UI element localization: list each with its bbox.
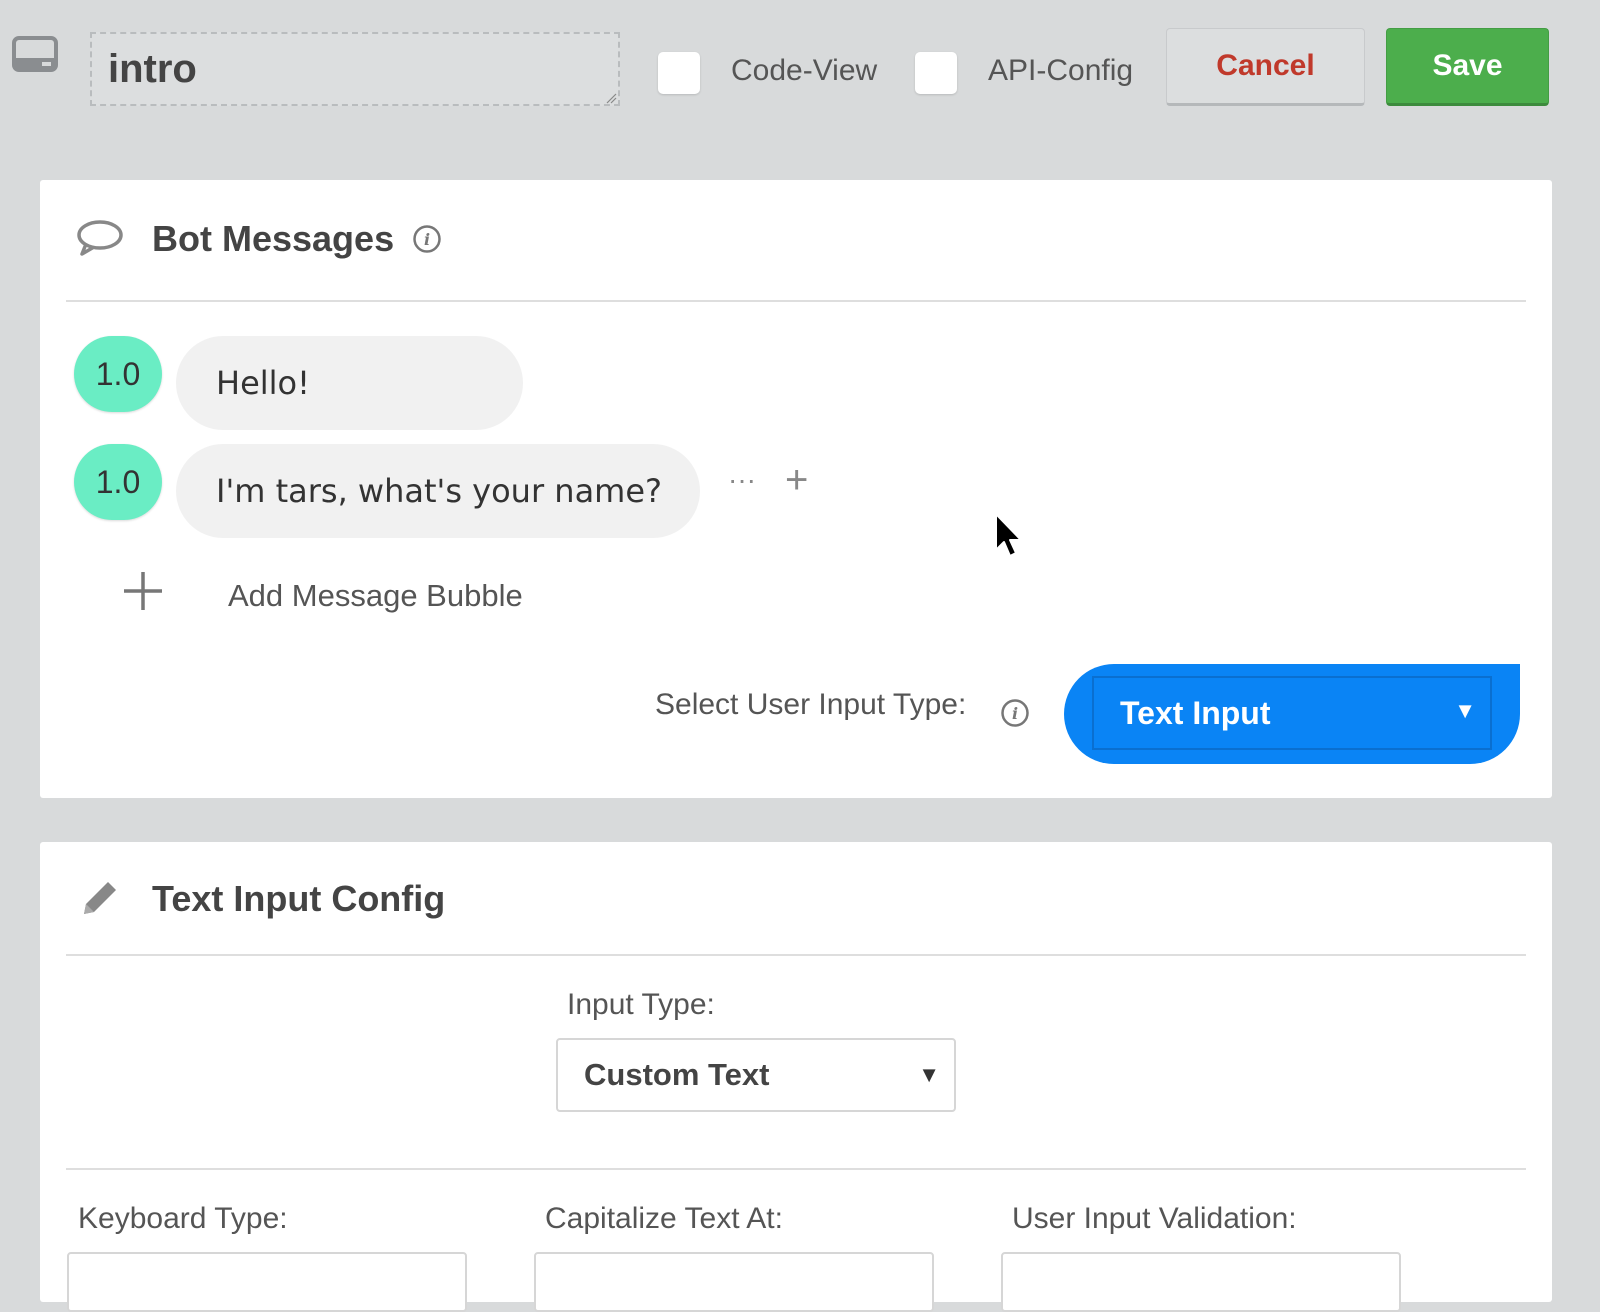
user-input-type-select[interactable]: Text Input ▼ (1092, 676, 1492, 750)
add-message-bubble-label: Add Message Bubble (228, 578, 523, 613)
message-bubble[interactable]: Hello! (176, 336, 523, 430)
bot-messages-card: Bot Messages i 1.0 Hello! 1.0 I'm tars, … (40, 180, 1552, 798)
plus-icon (124, 572, 162, 610)
cancel-button[interactable]: Cancel (1166, 28, 1365, 106)
keyboard-type-select[interactable] (67, 1252, 467, 1312)
save-button[interactable]: Save (1386, 28, 1549, 106)
chevron-down-icon: ▼ (918, 1062, 940, 1087)
config-header-divider (66, 954, 1526, 956)
svg-text:i: i (1012, 704, 1018, 723)
text-input-config-card: Text Input Config Input Type: Custom Tex… (40, 842, 1552, 1312)
api-config-checkbox[interactable] (915, 52, 957, 94)
message-bubble[interactable]: I'm tars, what's your name? (176, 444, 700, 538)
add-after-icon[interactable]: + (785, 458, 808, 503)
svg-text:i: i (424, 230, 430, 249)
validation-label: User Input Validation: (1012, 1202, 1297, 1235)
info-icon[interactable]: i (412, 224, 442, 254)
bot-messages-title: Bot Messages (152, 218, 395, 259)
api-config-label: API-Config (988, 54, 1134, 87)
bot-messages-header: Bot Messages i (40, 180, 1552, 300)
input-type-value: Custom Text (584, 1057, 770, 1092)
message-version-badge[interactable]: 1.0 (74, 444, 162, 520)
flow-name-input[interactable] (90, 32, 620, 106)
pencil-icon (84, 882, 116, 914)
keyboard-type-label: Keyboard Type: (78, 1202, 288, 1235)
capitalize-label: Capitalize Text At: (545, 1202, 783, 1235)
text-input-config-title: Text Input Config (152, 878, 446, 919)
resize-grip-icon[interactable] (605, 92, 617, 104)
mouse-cursor-icon (995, 513, 1022, 557)
input-type-label: Input Type: (567, 988, 715, 1021)
code-view-checkbox[interactable] (658, 52, 700, 94)
chevron-down-icon: ▼ (1454, 698, 1476, 723)
capitalize-select[interactable] (534, 1252, 934, 1312)
chat-bubble-icon (77, 220, 123, 256)
user-input-type-value: Text Input (1120, 694, 1271, 731)
input-type-select[interactable]: Custom Text ▼ (556, 1038, 956, 1112)
more-options-icon[interactable]: ··· (728, 464, 756, 496)
monitor-icon[interactable] (12, 36, 58, 76)
header-divider (66, 300, 1526, 302)
top-toolbar: Code-View API-Config Cancel Save (0, 0, 1600, 130)
config-section-divider (66, 1168, 1526, 1170)
code-view-label: Code-View (731, 54, 878, 87)
message-version-badge[interactable]: 1.0 (74, 336, 162, 412)
validation-select[interactable] (1001, 1252, 1401, 1312)
info-icon[interactable]: i (1000, 698, 1030, 728)
user-input-type-label: Select User Input Type: (655, 688, 967, 721)
user-input-type-container: Text Input ▼ (1064, 664, 1520, 764)
